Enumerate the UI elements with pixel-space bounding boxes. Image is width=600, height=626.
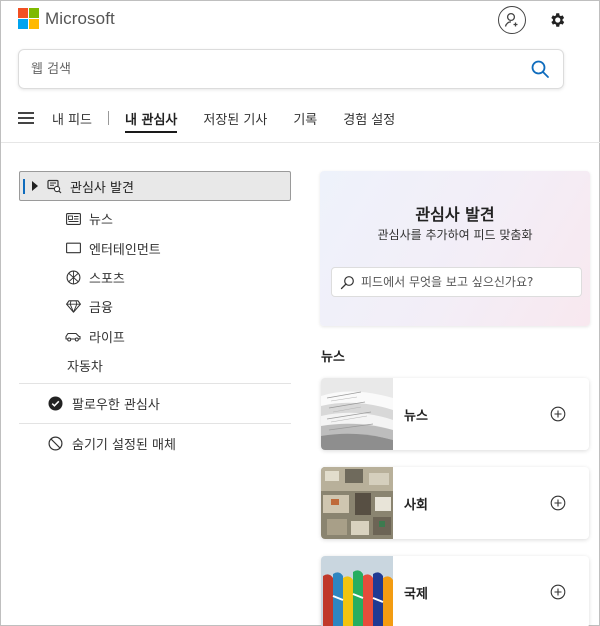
sidebar-item-discover[interactable]: 관심사 발견 bbox=[19, 171, 291, 201]
sidebar-item-label: 뉴스 bbox=[89, 213, 113, 229]
sidebar-item-label: 라이프 bbox=[89, 330, 125, 346]
plus-circle-icon bbox=[550, 584, 566, 600]
profile-button[interactable] bbox=[498, 6, 526, 34]
logo-square-yellow bbox=[29, 19, 39, 29]
person-add-icon bbox=[504, 12, 518, 27]
sidebar-item-hidden-sources[interactable]: 숨기기 설정된 매체 bbox=[19, 427, 291, 460]
menu-icon[interactable] bbox=[18, 112, 34, 124]
tv-icon bbox=[65, 240, 81, 256]
topic-card-international[interactable]: 국제 bbox=[321, 556, 589, 626]
sidebar-item-autos[interactable]: 자동차 bbox=[19, 351, 291, 380]
add-topic-button[interactable] bbox=[549, 494, 567, 512]
discover-icon bbox=[46, 178, 62, 194]
top-nav: 내 피드 내 관심사 저장된 기사 기록 경험 설정 bbox=[18, 105, 421, 133]
sidebar-item-label: 관심사 발견 bbox=[70, 180, 134, 196]
tab-saved-articles[interactable]: 저장된 기사 bbox=[203, 109, 267, 128]
world-flags-image bbox=[321, 556, 393, 626]
plus-circle-icon bbox=[550, 406, 566, 422]
interest-search-input[interactable] bbox=[361, 275, 581, 289]
sidebar-item-label: 금융 bbox=[89, 301, 113, 317]
add-topic-button[interactable] bbox=[549, 583, 567, 601]
sidebar-item-news[interactable]: 뉴스 bbox=[19, 204, 291, 233]
discover-interests-card: 관심사 발견 관심사를 추가하여 피드 맞춤화 bbox=[320, 171, 590, 326]
topic-name: 사회 bbox=[404, 497, 428, 513]
nav-separator bbox=[108, 111, 110, 125]
sidebar-item-sports[interactable]: 스포츠 bbox=[19, 263, 291, 292]
sidebar-item-life[interactable]: 라이프 bbox=[19, 322, 291, 351]
sidebar-item-finance[interactable]: 금융 bbox=[19, 292, 291, 321]
sidebar-item-label: 엔터테인먼트 bbox=[89, 242, 161, 258]
sidebar-divider bbox=[19, 423, 291, 425]
settings-button[interactable] bbox=[546, 9, 568, 31]
tab-my-feed[interactable]: 내 피드 bbox=[52, 109, 92, 128]
logo-square-blue bbox=[18, 19, 28, 29]
header-divider bbox=[1, 142, 600, 143]
check-circle-icon bbox=[47, 396, 63, 412]
ball-icon bbox=[65, 269, 81, 285]
city-aerial-image bbox=[321, 467, 393, 539]
caret-icon[interactable] bbox=[32, 181, 38, 191]
discover-title: 관심사 발견 bbox=[415, 205, 495, 224]
topic-card-society[interactable]: 사회 bbox=[321, 467, 589, 539]
newspaper-stack-image bbox=[321, 378, 393, 450]
tab-history[interactable]: 기록 bbox=[293, 109, 317, 128]
sidebar-divider bbox=[19, 383, 291, 385]
search-icon bbox=[340, 275, 354, 289]
selection-indicator bbox=[23, 179, 25, 194]
tab-my-interests[interactable]: 내 관심사 bbox=[125, 109, 178, 133]
sidebar-item-label: 자동차 bbox=[67, 360, 103, 376]
sidebar-item-entertainment[interactable]: 엔터테인먼트 bbox=[19, 233, 291, 262]
web-search-input[interactable] bbox=[31, 61, 529, 77]
topic-name: 국제 bbox=[404, 586, 428, 602]
sidebar-item-label: 숨기기 설정된 매체 bbox=[72, 438, 176, 454]
sidebar-item-label: 스포츠 bbox=[89, 271, 125, 287]
topic-name: 뉴스 bbox=[404, 408, 428, 424]
microsoft-brand[interactable]: Microsoft bbox=[18, 8, 115, 29]
sidebar-item-followed[interactable]: 팔로우한 관심사 bbox=[19, 387, 291, 420]
car-icon bbox=[65, 328, 81, 344]
newspaper-icon bbox=[65, 211, 81, 227]
search-icon bbox=[531, 60, 549, 78]
gear-icon bbox=[551, 13, 565, 27]
diamond-icon bbox=[65, 299, 81, 315]
tab-experience-settings[interactable]: 경험 설정 bbox=[343, 109, 395, 128]
topic-card-news[interactable]: 뉴스 bbox=[321, 378, 589, 450]
interests-sidebar: 관심사 발견 뉴스 엔터테인먼트 스포츠 금융 라이프 자동차 팔로우한 관심사… bbox=[19, 171, 291, 460]
add-topic-button[interactable] bbox=[549, 405, 567, 423]
logo-square-red bbox=[18, 8, 28, 18]
search-button[interactable] bbox=[529, 58, 551, 80]
news-section-title: 뉴스 bbox=[321, 350, 345, 365]
plus-circle-icon bbox=[550, 495, 566, 511]
logo-square-green bbox=[29, 8, 39, 18]
interest-search-box[interactable] bbox=[331, 267, 582, 297]
block-icon bbox=[47, 436, 63, 452]
discover-subtitle: 관심사를 추가하여 피드 맞춤화 bbox=[377, 228, 533, 242]
brand-name: Microsoft bbox=[45, 8, 115, 28]
sidebar-item-label: 팔로우한 관심사 bbox=[72, 398, 160, 414]
web-search-box[interactable] bbox=[18, 49, 564, 89]
microsoft-logo-icon bbox=[18, 8, 39, 29]
